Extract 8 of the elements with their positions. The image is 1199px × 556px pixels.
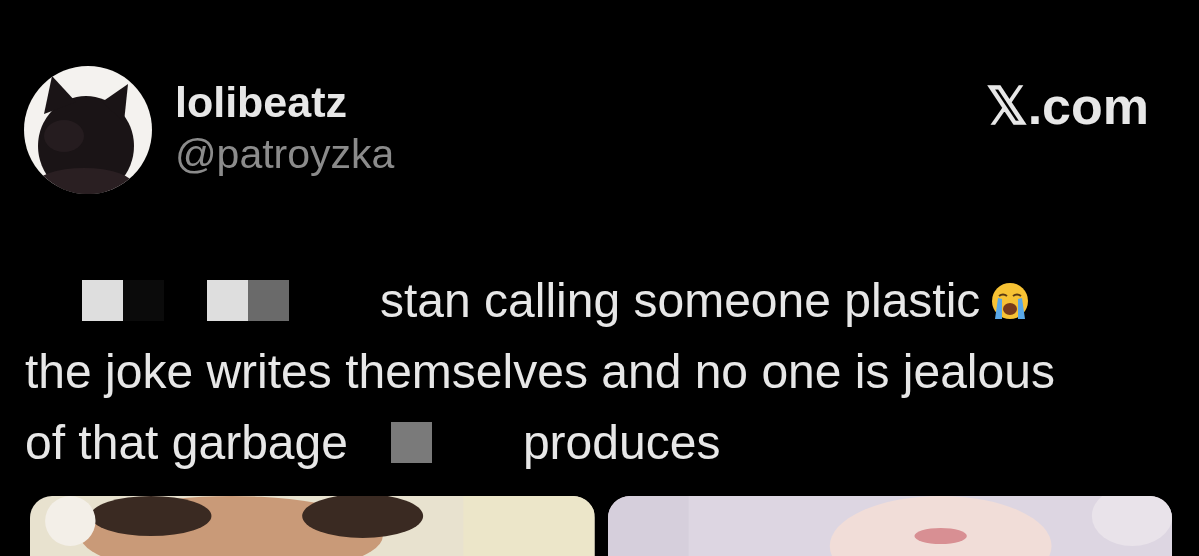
author-handle[interactable]: @patroyzka (175, 131, 395, 178)
author-name[interactable]: lolibeatz (175, 78, 395, 127)
post-text: stan calling someone plastic (380, 273, 981, 328)
post-text: of that garbage (25, 415, 348, 470)
post-text: the joke writes themselves and no one is jealous (25, 344, 1055, 399)
post-text: produces (522, 415, 721, 470)
crying-emoji-icon (990, 280, 1031, 321)
source-label: 𝕏.com (985, 76, 1149, 136)
